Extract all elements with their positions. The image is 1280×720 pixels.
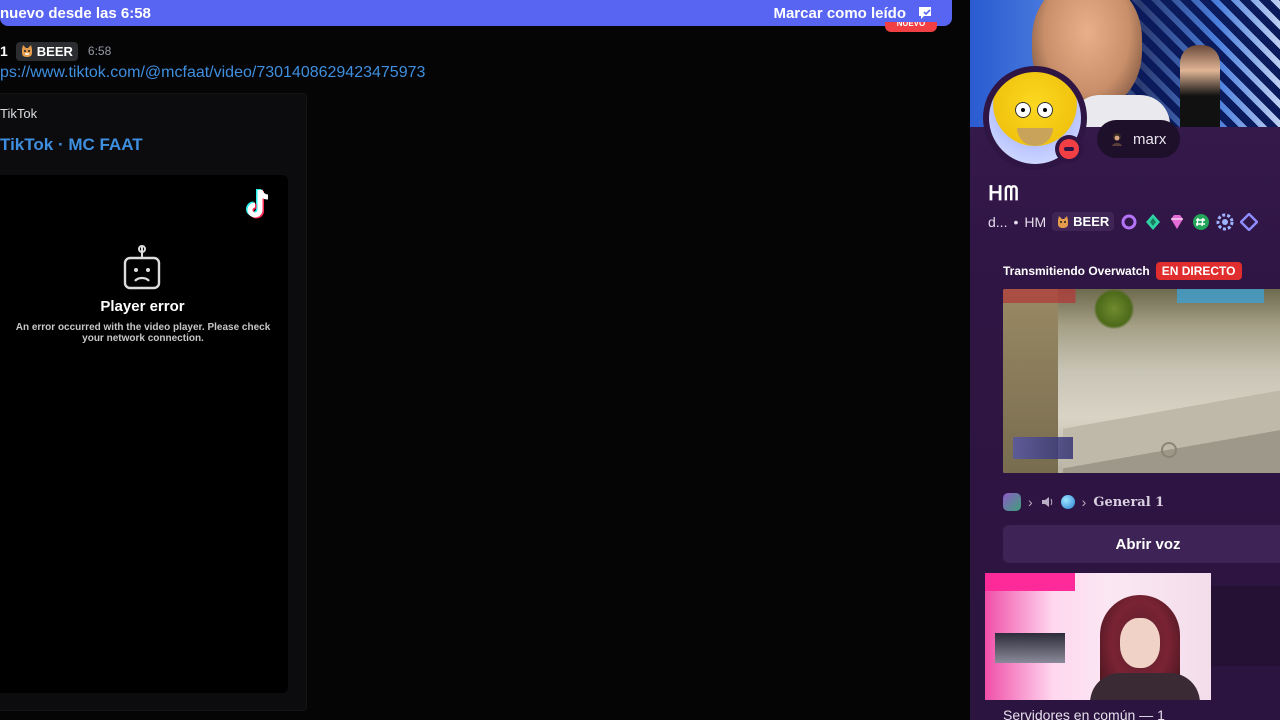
webcam-overlay xyxy=(985,573,1211,700)
chevron-right-icon: › xyxy=(1081,494,1087,510)
banner-person-2 xyxy=(1180,45,1220,127)
webcam-light xyxy=(985,573,1075,591)
server-tag[interactable]: BEER xyxy=(15,41,78,61)
custom-status-bubble[interactable]: marx xyxy=(1097,120,1181,158)
cat-icon xyxy=(21,45,32,57)
preview-crosshair xyxy=(1161,442,1177,458)
embed-title[interactable]: TikTok · MC FAAT xyxy=(0,135,143,155)
globe-icon xyxy=(1060,495,1075,509)
mark-as-read-button[interactable]: Marcar como leído xyxy=(773,4,934,22)
video-player[interactable]: Player error An error occurred with the … xyxy=(0,175,288,693)
profile-meta: d... • HM BEER xyxy=(988,212,1259,231)
preview-hud-top xyxy=(1003,289,1280,303)
preview-ledge xyxy=(1063,389,1280,473)
server-icon xyxy=(1003,493,1021,511)
preview-hud-bottom xyxy=(1013,437,1073,459)
webcam-shirt xyxy=(1090,673,1200,700)
gem-badge-icon[interactable] xyxy=(1168,213,1186,231)
link-embed: TikTok TikTok · MC FAAT Player error An … xyxy=(0,93,307,711)
nitro-badge-icon[interactable] xyxy=(1120,213,1138,231)
embed-provider[interactable]: TikTok xyxy=(0,106,37,121)
activity-header: Transmitiendo Overwatch EN DIRECTO xyxy=(1003,262,1280,280)
stream-preview[interactable] xyxy=(1003,289,1280,473)
avatar-mouth xyxy=(1017,128,1053,146)
avatar-eye-right xyxy=(1037,102,1053,118)
mutual-servers-header[interactable]: Servidores en común — 1 xyxy=(1003,707,1165,720)
new-messages-bar[interactable]: nuevo desde las 6:58 Marcar como leído xyxy=(0,0,952,26)
new-divider-pill: NUEVO xyxy=(885,22,937,32)
chevron-right-icon: › xyxy=(1028,494,1033,510)
dnd-status-icon xyxy=(1055,135,1083,163)
message-timestamp: 6:58 xyxy=(87,44,112,58)
message-link[interactable]: ps://www.tiktok.com/@mcfaat/video/730140… xyxy=(0,64,425,82)
player-error-text: An error occurred with the video player.… xyxy=(15,322,271,344)
new-messages-text: nuevo desde las 6:58 xyxy=(0,4,151,22)
voice-channel-name: General 1 xyxy=(1093,494,1165,510)
activity-label: Transmitiendo Overwatch xyxy=(1003,264,1150,278)
tiktok-logo-icon xyxy=(246,189,269,219)
hashtag-badge-icon[interactable] xyxy=(1192,213,1210,231)
server-tag-label: BEER xyxy=(36,43,73,59)
message-header: 1 BEER 6:58 xyxy=(0,41,111,61)
gear-badge-icon[interactable] xyxy=(1216,213,1234,231)
pronouns: HM xyxy=(1024,213,1047,230)
chat-area: nuevo desde las 6:58 Marcar como leído N… xyxy=(0,0,970,720)
avatar-eye-left xyxy=(1015,102,1031,118)
activity-card: Transmitiendo Overwatch EN DIRECTO › › G… xyxy=(1003,262,1280,563)
live-badge: EN DIRECTO xyxy=(1155,262,1242,280)
player-error-title: Player error xyxy=(100,298,185,315)
app-root: nuevo desde las 6:58 Marcar como leído N… xyxy=(0,0,1280,720)
quest-badge-icon[interactable] xyxy=(1240,212,1259,231)
webcam-shelf xyxy=(995,633,1065,663)
status-emoji-icon xyxy=(1112,133,1122,146)
mark-as-read-label: Marcar como leído xyxy=(773,4,906,22)
user-profile-panel: marx ᕼᗰ d... • HM BEER Transmitiendo Ove… xyxy=(970,0,1280,720)
message-author[interactable]: 1 xyxy=(0,43,8,59)
webcam-face xyxy=(1120,618,1160,668)
boost-diamond-badge-icon[interactable] xyxy=(1144,213,1162,231)
meta-separator: • xyxy=(1013,213,1019,230)
profile-server-tag[interactable]: BEER xyxy=(1052,212,1115,231)
username[interactable]: d... xyxy=(988,214,1007,230)
cat-icon xyxy=(1058,215,1069,228)
sad-robot-icon xyxy=(123,245,161,290)
speaker-icon xyxy=(1041,497,1052,507)
voice-channel-row[interactable]: › › General 1 xyxy=(1003,493,1164,511)
profile-tag-label: BEER xyxy=(1073,214,1110,229)
mark-read-icon xyxy=(919,7,931,19)
open-voice-button[interactable]: Abrir voz xyxy=(1003,525,1280,563)
custom-status-text: marx xyxy=(1133,130,1167,148)
display-name: ᕼᗰ xyxy=(988,181,1020,205)
